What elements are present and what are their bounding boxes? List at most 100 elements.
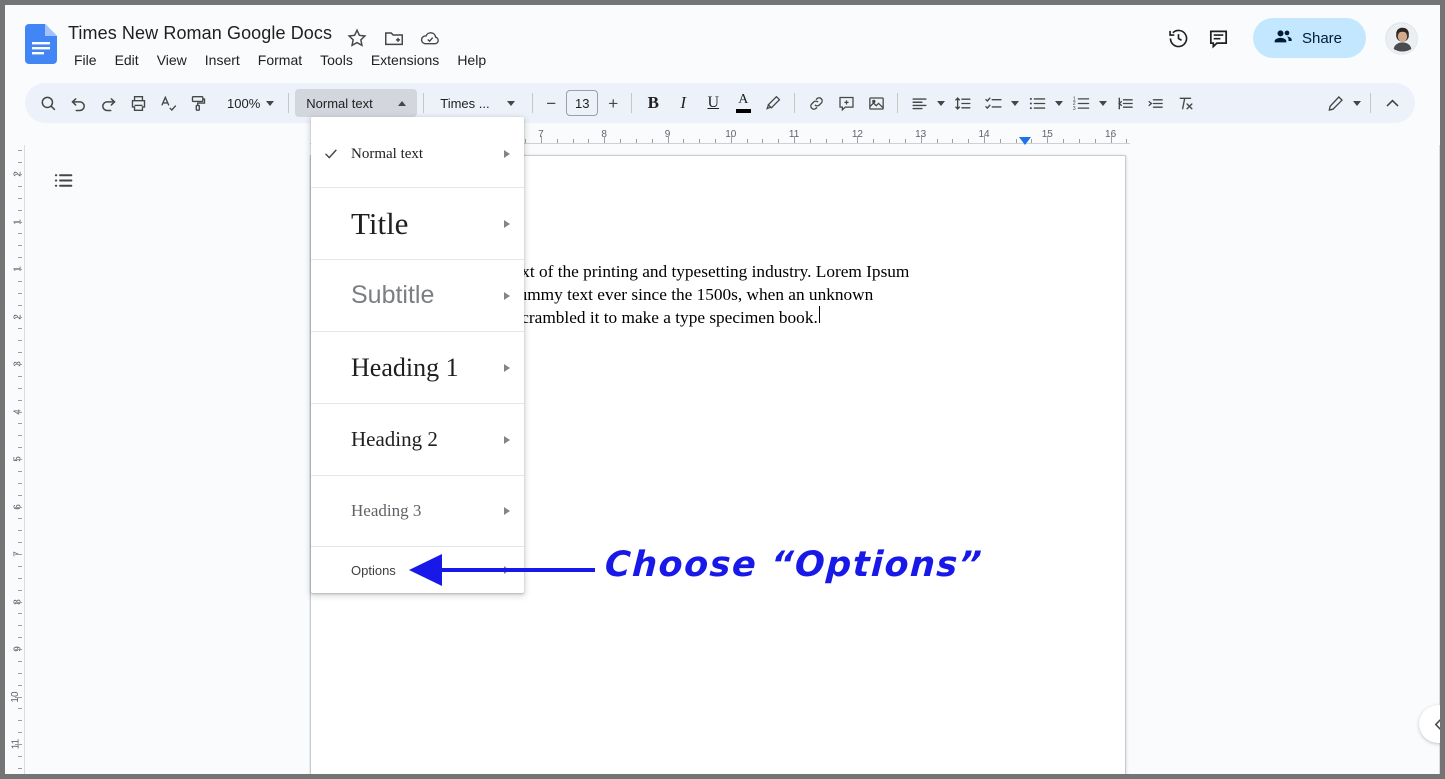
insert-link-icon[interactable] bbox=[801, 88, 831, 118]
ruler-tick bbox=[540, 136, 542, 143]
increase-indent-icon[interactable] bbox=[1140, 88, 1170, 118]
ruler-tick bbox=[1031, 139, 1033, 143]
document-title[interactable]: Times New Roman Google Docs bbox=[68, 23, 332, 44]
ruler-tick bbox=[18, 435, 22, 437]
style-menu-item-heading-2[interactable]: Heading 2 bbox=[311, 404, 524, 476]
paragraph-style-selector[interactable]: Normal text bbox=[295, 89, 418, 117]
ruler-tick bbox=[18, 732, 22, 734]
print-icon[interactable] bbox=[123, 88, 153, 118]
submenu-arrow-icon bbox=[504, 219, 510, 228]
ruler-tick bbox=[18, 589, 22, 591]
menu-item-tools[interactable]: Tools bbox=[311, 50, 362, 70]
add-comment-icon[interactable] bbox=[831, 88, 861, 118]
font-family-selector[interactable]: Times ... bbox=[430, 89, 526, 117]
menu-item-file[interactable]: File bbox=[65, 50, 106, 70]
ruler-tick bbox=[15, 554, 22, 555]
ruler-tick bbox=[18, 755, 22, 757]
numbered-list-icon[interactable]: 1 2 3 bbox=[1066, 88, 1096, 118]
collapse-menus-icon[interactable] bbox=[1377, 88, 1407, 118]
vertical-ruler[interactable]: 2112345678910111213 bbox=[5, 145, 25, 774]
spellcheck-icon[interactable] bbox=[153, 88, 183, 118]
bulleted-list-chevron-down-icon[interactable] bbox=[1052, 91, 1066, 115]
style-menu-item-heading-1[interactable]: Heading 1 bbox=[311, 332, 524, 404]
star-icon[interactable] bbox=[346, 27, 368, 49]
bold-button[interactable]: B bbox=[638, 88, 668, 118]
menu-item-format[interactable]: Format bbox=[249, 50, 311, 70]
line-spacing-icon[interactable] bbox=[948, 88, 978, 118]
ruler-tick bbox=[920, 136, 922, 143]
avatar[interactable] bbox=[1385, 21, 1418, 55]
style-menu-item-subtitle[interactable]: Subtitle bbox=[311, 260, 524, 332]
menu-item-extensions[interactable]: Extensions bbox=[362, 50, 448, 70]
decrease-indent-icon[interactable] bbox=[1110, 88, 1140, 118]
formatting-toolbar: 100% Normal text Times ... − 13 + B I U bbox=[25, 83, 1415, 123]
highlight-color-icon[interactable] bbox=[758, 88, 788, 118]
style-menu-item-normal-text[interactable]: Normal text bbox=[311, 121, 524, 188]
ruler-tick bbox=[15, 364, 22, 365]
menu-item-insert[interactable]: Insert bbox=[196, 50, 249, 70]
editing-mode-chevron-down-icon[interactable] bbox=[1350, 91, 1364, 115]
paragraph-style-menu[interactable]: Normal text Title Subtitle Heading 1 Hea… bbox=[311, 117, 524, 593]
move-to-folder-icon[interactable] bbox=[383, 27, 405, 49]
ruler-tick bbox=[857, 136, 859, 143]
ruler-tick bbox=[889, 139, 891, 143]
zoom-level-selector[interactable]: 100% bbox=[219, 89, 282, 117]
style-menu-label: Heading 2 bbox=[351, 427, 438, 451]
redo-icon[interactable] bbox=[93, 88, 123, 118]
google-docs-window: Times New Roman Google Docs File Edit Vi… bbox=[5, 5, 1440, 774]
numbered-list-chevron-down-icon[interactable] bbox=[1096, 91, 1110, 115]
menu-bar: File Edit View Insert Format Tools Exten… bbox=[65, 50, 495, 70]
ruler-tick bbox=[18, 233, 22, 235]
ruler-tick bbox=[18, 530, 22, 532]
clear-formatting-icon[interactable] bbox=[1170, 88, 1200, 118]
ruler-tick bbox=[588, 139, 590, 143]
ruler-tick bbox=[15, 174, 22, 175]
align-chevron-down-icon[interactable] bbox=[934, 91, 948, 115]
ruler-tick bbox=[18, 708, 22, 710]
share-button[interactable]: Share bbox=[1252, 18, 1366, 58]
align-icon[interactable] bbox=[904, 88, 934, 118]
ruler-tick bbox=[525, 139, 527, 143]
comment-history-icon[interactable] bbox=[1199, 18, 1239, 58]
ruler-tick bbox=[778, 139, 780, 143]
style-menu-item-options[interactable]: Options bbox=[311, 547, 524, 593]
docs-logo-icon bbox=[25, 24, 57, 64]
ruler-tick bbox=[635, 139, 637, 143]
toolbar-divider bbox=[532, 93, 534, 113]
right-indent-marker[interactable] bbox=[1019, 137, 1031, 145]
insert-image-icon[interactable] bbox=[861, 88, 891, 118]
checklist-icon[interactable] bbox=[978, 88, 1008, 118]
app-header: Times New Roman Google Docs File Edit Vi… bbox=[5, 5, 1440, 73]
chevron-down-icon bbox=[502, 100, 520, 106]
edit-pencil-icon[interactable] bbox=[1320, 88, 1350, 118]
ruler-tick bbox=[1078, 139, 1080, 143]
menu-item-edit[interactable]: Edit bbox=[106, 50, 148, 70]
text-color-button[interactable]: A bbox=[728, 88, 758, 118]
underline-button[interactable]: U bbox=[698, 88, 728, 118]
paint-format-icon[interactable] bbox=[183, 88, 213, 118]
menu-item-view[interactable]: View bbox=[148, 50, 196, 70]
increase-font-size-button[interactable]: + bbox=[601, 91, 625, 115]
italic-button[interactable]: I bbox=[668, 88, 698, 118]
style-menu-item-heading-3[interactable]: Heading 3 bbox=[311, 476, 524, 547]
cloud-saved-icon[interactable] bbox=[419, 27, 441, 49]
checklist-chevron-down-icon[interactable] bbox=[1008, 91, 1022, 115]
ruler-tick bbox=[714, 139, 716, 143]
style-menu-item-title[interactable]: Title bbox=[311, 188, 524, 260]
bulleted-list-control bbox=[1022, 88, 1066, 118]
bulleted-list-icon[interactable] bbox=[1022, 88, 1052, 118]
share-people-icon bbox=[1273, 26, 1293, 50]
decrease-font-size-button[interactable]: − bbox=[539, 91, 563, 115]
menu-item-help[interactable]: Help bbox=[448, 50, 495, 70]
align-control bbox=[904, 88, 948, 118]
ruler-tick bbox=[841, 139, 843, 143]
style-menu-label: Subtitle bbox=[351, 281, 435, 309]
undo-icon[interactable] bbox=[63, 88, 93, 118]
submenu-arrow-icon bbox=[504, 150, 510, 158]
document-outline-icon[interactable] bbox=[46, 163, 80, 197]
ruler-tick bbox=[936, 139, 938, 143]
version-history-icon[interactable] bbox=[1159, 18, 1199, 58]
ruler-tick bbox=[18, 150, 22, 152]
search-icon[interactable] bbox=[33, 88, 63, 118]
font-size-input[interactable]: 13 bbox=[566, 90, 599, 116]
